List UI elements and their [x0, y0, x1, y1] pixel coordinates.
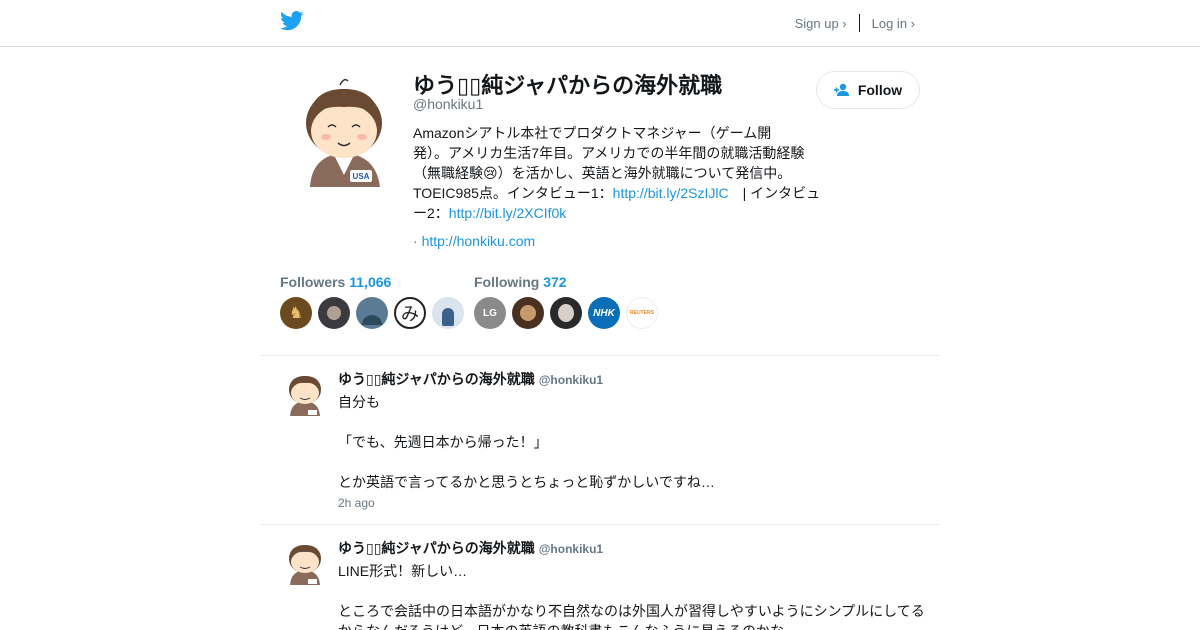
bio-text: ）を活かし、英語と海外就職について発信中。 [497, 165, 792, 181]
bio-text: ー2： [413, 205, 449, 221]
signup-link[interactable]: Sign up › [795, 16, 847, 31]
tweet-text: LINE形式！新しい… ところで会話中の日本語がかなり不自然なのは外国人が習得し… [338, 561, 948, 630]
tweet-line [338, 581, 948, 601]
followers-label: Followers [280, 274, 346, 290]
crying-emoji-icon: 😢 [483, 165, 498, 181]
bio-line: Amazonシアトル本社でプロダクトマネジャー（ゲーム開 [413, 125, 772, 141]
person-photo-icon [442, 308, 454, 326]
follower-avatar[interactable]: ♞ [280, 297, 312, 329]
avatar-text: NHK [593, 307, 615, 319]
tweet-avatar[interactable] [286, 539, 324, 585]
horse-icon: ♞ [288, 305, 304, 322]
follower-avatar[interactable] [318, 297, 350, 329]
add-user-icon [833, 83, 849, 96]
auth-nav: Sign up › Log in › [795, 14, 915, 32]
website-link[interactable]: http://honkiku.com [422, 233, 536, 249]
profile-website: · http://honkiku.com [413, 233, 535, 249]
top-bar: Sign up › Log in › [0, 0, 1200, 47]
tweet[interactable]: ゆう▯▯純ジャパからの海外就職 @honkiku1 LINE形式！新しい… ところ… [260, 525, 940, 630]
tweet-author-name[interactable]: ゆう▯▯純ジャパからの海外就職 [338, 540, 535, 556]
following-avatar[interactable]: LG [474, 297, 506, 329]
bio-line: 発）。アメリカ生活7年目。アメリカでの半年間の就職活動経験 [413, 145, 805, 161]
bio-text: | インタビュ [728, 185, 821, 201]
bio-line: TOEIC985点。インタビュー1：http://bit.ly/2SzIJlC … [413, 183, 828, 203]
profile-bio: Amazonシアトル本社でプロダクトマネジャー（ゲーム開 発）。アメリカ生活7年… [413, 123, 828, 223]
bio-line: （無職経験😢）を活かし、英語と海外就職について発信中。 [413, 163, 828, 183]
following-avatar[interactable]: REUTERS [626, 297, 658, 329]
tweet-line: LINE形式！新しい… [338, 563, 468, 579]
bio-line: ー2：http://bit.ly/2XCIf0k [413, 203, 828, 223]
tweet-author-name[interactable]: ゆう▯▯純ジャパからの海外就職 [338, 371, 535, 387]
tweet-header: ゆう▯▯純ジャパからの海外就職 @honkiku1 [338, 369, 603, 389]
svg-text:USA: USA [353, 172, 370, 181]
profile-avatar[interactable]: USA [300, 75, 388, 190]
followers-stat[interactable]: Followers 11,066 [280, 274, 391, 290]
tweet-line [338, 452, 938, 472]
follower-avatar[interactable] [432, 297, 464, 329]
tweet-line: からなんだろうけど、日本の英語の教科書もこんなふうに見えるのかな [338, 621, 948, 630]
following-avatar[interactable]: NHK [588, 297, 620, 329]
tweet-timestamp[interactable]: 2h ago [338, 496, 375, 510]
following-label: Following [474, 274, 540, 290]
login-link[interactable]: Log in › [872, 16, 915, 31]
following-count: 372 [543, 274, 567, 290]
tweet-text: 自分も 「でも、先週日本から帰った！」 とか英語で言ってるかと思うとちょっと恥ず… [338, 392, 938, 492]
avatar-text: み [401, 304, 419, 324]
following-avatars: LG NHK REUTERS [474, 297, 658, 329]
tweet-line: 「でも、先週日本から帰った！」 [338, 434, 548, 450]
nav-divider [858, 14, 860, 32]
tweet-author-handle[interactable]: @honkiku1 [539, 373, 603, 387]
follow-button-label: Follow [857, 82, 903, 98]
tweet-line [338, 412, 938, 432]
following-avatar[interactable] [512, 297, 544, 329]
tweet-line: とか英語で言ってるかと思うとちょっと恥ずかしいですね… [338, 474, 715, 490]
follower-avatar[interactable]: み [394, 297, 426, 329]
tweet-header: ゆう▯▯純ジャパからの海外就職 @honkiku1 [338, 538, 603, 558]
avatar-text: REUTERS [630, 310, 654, 316]
tweet-author-handle[interactable]: @honkiku1 [539, 542, 603, 556]
person-photo-icon [558, 304, 574, 322]
bio-link-interview-1[interactable]: http://bit.ly/2SzIJlC [613, 185, 729, 201]
follow-button[interactable]: Follow [816, 71, 920, 109]
profile-handle: @honkiku1 [413, 96, 484, 112]
person-photo-icon [327, 306, 341, 320]
avatar-text: LG [483, 307, 497, 319]
bio-link-interview-2[interactable]: http://bit.ly/2XCIf0k [449, 205, 567, 221]
landscape-icon [362, 315, 382, 325]
twitter-bird-icon[interactable] [280, 11, 304, 31]
tweet-line: ところで会話中の日本語がかなり不自然なのは外国人が習得しやすいようにシンプルにし… [338, 603, 925, 619]
bio-text: TOEIC985点。インタビュー1： [413, 185, 613, 201]
followers-count: 11,066 [349, 274, 392, 290]
follower-avatars: ♞ み [280, 297, 464, 329]
following-avatar[interactable] [550, 297, 582, 329]
follower-avatar[interactable] [356, 297, 388, 329]
following-stat[interactable]: Following 372 [474, 274, 567, 290]
tweet-line: 自分も [338, 394, 380, 410]
website-bullet: · [413, 233, 422, 249]
person-photo-icon [520, 305, 536, 321]
tweet-avatar[interactable] [286, 370, 324, 416]
tweet[interactable]: ゆう▯▯純ジャパからの海外就職 @honkiku1 自分も 「でも、先週日本から帰… [260, 356, 940, 524]
bio-text: （無職経験 [413, 165, 483, 181]
